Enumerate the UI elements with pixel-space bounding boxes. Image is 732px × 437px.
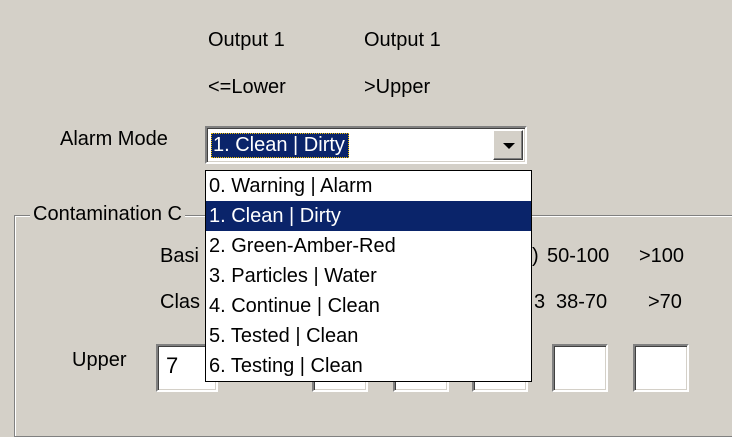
alarm-mode-option[interactable]: 0. Warning | Alarm	[206, 171, 531, 201]
alarm-mode-option[interactable]: 3. Particles | Water	[206, 261, 531, 291]
output1-upper-title: Output 1	[364, 29, 441, 51]
alarm-mode-label: Alarm Mode	[60, 128, 168, 150]
alarm-mode-option[interactable]: 2. Green-Amber-Red	[206, 231, 531, 261]
upper-threshold-label: >Upper	[364, 76, 431, 98]
contamination-group-title: Contamination C	[30, 202, 185, 226]
alarm-mode-option[interactable]: 4. Continue | Clean	[206, 291, 531, 321]
alarm-mode-option[interactable]: 5. Tested | Clean	[206, 321, 531, 351]
class-label: Clas	[160, 291, 201, 313]
basis-label: Basi	[160, 245, 199, 267]
basis-partial-value: )	[532, 245, 539, 267]
dropdown-arrow-button[interactable]	[493, 130, 523, 160]
alarm-mode-option[interactable]: 6. Testing | Clean	[206, 351, 531, 381]
class-value-38-70: 38-70	[556, 291, 608, 313]
upper-row-label: Upper	[72, 349, 127, 371]
alarm-mode-select[interactable]: 1. Clean | Dirty	[205, 126, 527, 164]
class-partial-value: 3	[534, 291, 546, 313]
basis-value-over-100: >100	[639, 245, 685, 267]
alarm-mode-dropdown-list: 0. Warning | Alarm 1. Clean | Dirty 2. G…	[205, 170, 532, 382]
basis-value-50-100: 50-100	[547, 245, 610, 267]
chevron-down-icon	[503, 143, 515, 149]
upper-field-6[interactable]	[552, 344, 608, 392]
class-value-over-70: >70	[648, 291, 682, 313]
lower-threshold-label: <=Lower	[208, 76, 286, 98]
alarm-mode-option-selected[interactable]: 1. Clean | Dirty	[206, 201, 531, 231]
alarm-mode-selected-value: 1. Clean | Dirty	[211, 133, 349, 158]
upper-field-7[interactable]	[633, 344, 689, 392]
output1-lower-title: Output 1	[208, 29, 285, 51]
